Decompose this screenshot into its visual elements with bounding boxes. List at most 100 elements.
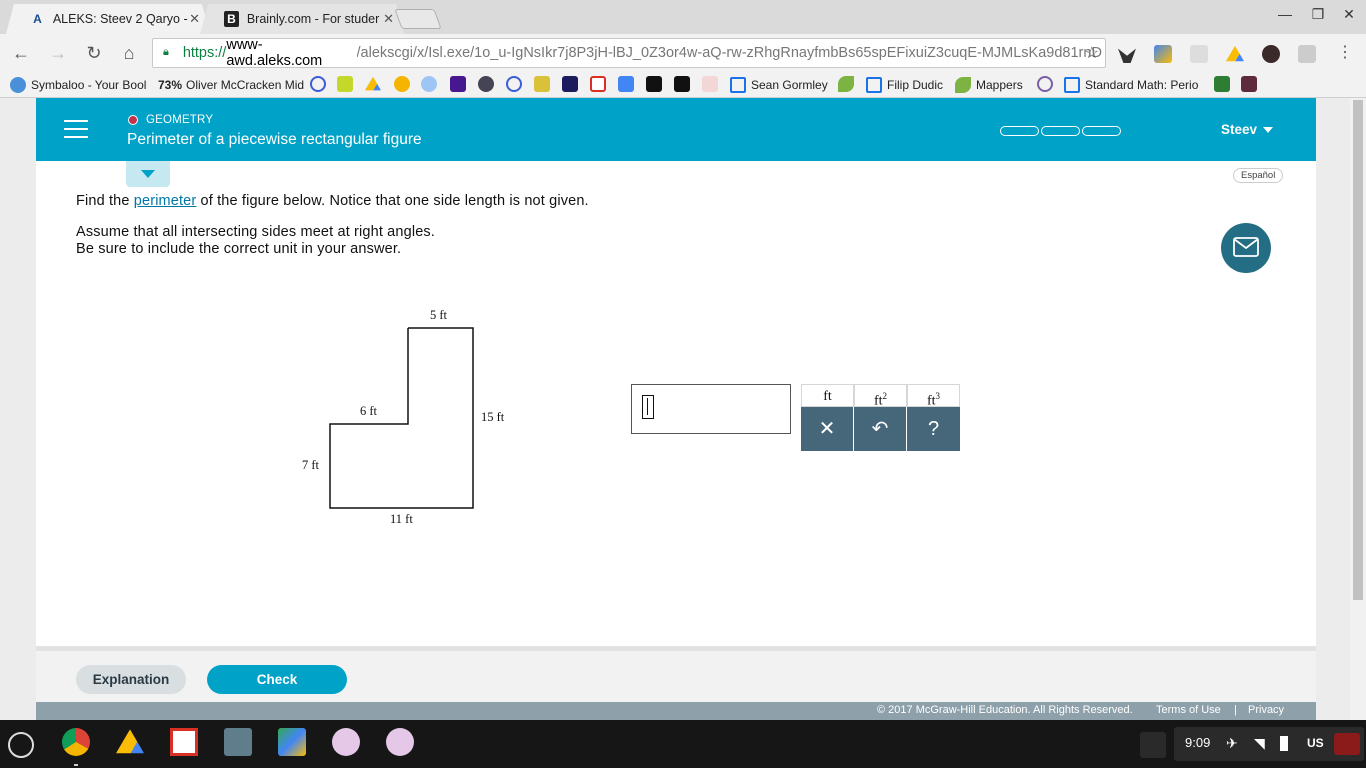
p-bookmark-icon[interactable]: [646, 76, 662, 92]
extension-translate-icon[interactable]: [1190, 45, 1208, 63]
gmail-bookmark-icon[interactable]: [590, 76, 606, 92]
docs-bookmark-icon[interactable]: [618, 76, 634, 92]
hamburger-menu-icon[interactable]: [64, 120, 88, 138]
tab-brainly[interactable]: B Brainly.com - For studer ✕: [200, 4, 404, 34]
unit-ft3-button[interactable]: ft3: [907, 384, 960, 409]
bookmark-filip-dudic[interactable]: Filip Dudic: [866, 76, 943, 94]
minimize-button[interactable]: —: [1270, 6, 1300, 22]
topic-label: GEOMETRY: [128, 114, 213, 126]
chevron-down-icon: [1263, 126, 1274, 133]
unit-ft2-button[interactable]: ft2: [854, 384, 907, 409]
notification-bell-icon[interactable]: [1140, 732, 1166, 758]
help-button[interactable]: ?: [907, 407, 960, 451]
google-maps-app-icon[interactable]: [278, 728, 306, 756]
close-tab-icon[interactable]: ✕: [189, 11, 200, 27]
globe-bookmark-icon[interactable]: [478, 76, 494, 92]
clear-button[interactable]: ✕: [801, 407, 854, 451]
bookmark-symbaloo[interactable]: Symbaloo - Your Bool: [10, 76, 146, 94]
cloud-app-icon[interactable]: [332, 728, 360, 756]
bookmark-oliver[interactable]: 73% Oliver McCracken Mid: [158, 76, 304, 94]
calculator-app-icon[interactable]: [224, 728, 252, 756]
close-window-button[interactable]: ✕: [1334, 6, 1364, 23]
page-bookmark-icon: [866, 77, 882, 93]
extension-crown-icon[interactable]: [1118, 48, 1136, 63]
page-scrollbar[interactable]: [1350, 98, 1366, 720]
avatar: [1334, 733, 1360, 755]
kahoot-icon[interactable]: [450, 76, 466, 92]
answer-input[interactable]: [631, 384, 791, 434]
home-icon[interactable]: ⌂: [118, 42, 140, 64]
message-button[interactable]: [1221, 223, 1271, 273]
extension-code-icon[interactable]: [1298, 45, 1316, 63]
star-bookmark-icon[interactable]: [562, 76, 578, 92]
tab-strip: A ALEKS: Steev 2 Qaryo - L ✕ B Brainly.c…: [0, 0, 1366, 34]
gmail-app-icon[interactable]: [170, 728, 198, 756]
terms-link[interactable]: Terms of Use: [1156, 704, 1221, 716]
progress-segment: [1000, 126, 1039, 136]
reload-icon[interactable]: ↻: [83, 42, 105, 64]
bookmark-mappers[interactable]: Mappers: [955, 76, 1023, 94]
extension-puzzle-icon[interactable]: [1262, 45, 1280, 63]
input-method-label: US: [1307, 736, 1324, 750]
figure-outline: [329, 327, 474, 509]
question-line-3: Be sure to include the correct unit in y…: [76, 241, 402, 257]
extension-pencil-icon[interactable]: [1154, 45, 1172, 63]
privacy-link[interactable]: Privacy: [1248, 704, 1284, 716]
url-path: /alekscgi/x/Isl.exe/1o_u-IgNsIkr7j8P3jH-…: [356, 45, 1102, 61]
circle-bookmark-icon[interactable]: [394, 76, 410, 92]
bookmark-sean-gormley[interactable]: Sean Gormley: [730, 76, 828, 94]
bookmarks-bar: Symbaloo - Your Bool 73% Oliver McCracke…: [0, 72, 1366, 98]
image-bookmark-icon-2[interactable]: [1214, 76, 1230, 92]
language-toggle-button[interactable]: Español: [1233, 168, 1284, 183]
percent-bookmark-icon[interactable]: [702, 76, 718, 92]
restore-button[interactable]: ❐: [1303, 6, 1333, 23]
launcher-icon[interactable]: [8, 732, 34, 758]
flower-bookmark-icon[interactable]: [421, 76, 437, 92]
user-name: Steev: [1221, 122, 1258, 137]
perimeter-link[interactable]: perimeter: [134, 193, 197, 209]
unit-ft-button[interactable]: ft: [801, 384, 854, 407]
lock-icon: 🔒︎: [163, 46, 169, 58]
brainly-favicon-icon: B: [224, 11, 239, 27]
forward-arrow-icon[interactable]: →: [47, 42, 69, 64]
new-tab-button[interactable]: [394, 9, 442, 29]
google-drive-bookmark-icon[interactable]: [365, 76, 381, 91]
label-left: 7 ft: [302, 458, 320, 472]
bookmark-label: Symbaloo - Your Bool: [31, 78, 147, 92]
google-drive-app-icon[interactable]: [116, 729, 144, 754]
quizlet-icon[interactable]: [310, 76, 326, 92]
address-bar[interactable]: 🔒︎ https:// www-awd.aleks.com /alekscgi/…: [152, 37, 1106, 69]
url-host: www-awd.aleks.com: [226, 37, 323, 69]
aleks-favicon-icon: A: [33, 12, 42, 26]
undo-button[interactable]: ↶: [854, 407, 907, 451]
close-tab-icon[interactable]: ✕: [383, 11, 394, 27]
s-bookmark-icon[interactable]: [1241, 76, 1257, 92]
scrollbar-thumb[interactable]: [1353, 100, 1363, 600]
quizlet-icon[interactable]: [506, 76, 522, 92]
question-text: Find the: [76, 193, 134, 209]
bookmark-standard-math[interactable]: Standard Math: Perio: [1064, 76, 1198, 94]
cloud-app-icon-2[interactable]: [386, 728, 414, 756]
system-tray[interactable]: 9:09 ✈ ◥ US: [1174, 727, 1364, 761]
chrome-icon[interactable]: [62, 728, 90, 756]
footer-separator: |: [1234, 704, 1237, 716]
bookmark-label: Mappers: [976, 78, 1023, 92]
menu-kebab-icon[interactable]: ⋮: [1334, 42, 1356, 64]
explanation-button[interactable]: Explanation: [76, 665, 186, 694]
question-line-1: Find the perimeter of the figure below. …: [76, 193, 589, 209]
p-bookmark-icon-2[interactable]: [674, 76, 690, 92]
check-button[interactable]: Check: [207, 665, 347, 694]
google-drive-icon[interactable]: [1226, 45, 1244, 62]
unit-palette: ft ft2 ft3 ✕ ↶ ?: [801, 384, 961, 451]
image-bookmark-icon[interactable]: [534, 76, 550, 92]
tab-aleks[interactable]: A ALEKS: Steev 2 Qaryo - L ✕: [6, 4, 210, 34]
leaf-bookmark-icon[interactable]: [838, 76, 854, 92]
collapse-toggle[interactable]: [126, 161, 170, 187]
label-top: 5 ft: [430, 308, 448, 322]
bookmark-label: Standard Math: Perio: [1085, 78, 1199, 92]
ring-bookmark-icon[interactable]: [1037, 76, 1053, 92]
ixl-icon[interactable]: [337, 76, 353, 92]
back-arrow-icon[interactable]: ←: [10, 42, 32, 64]
user-menu[interactable]: Steev: [1221, 122, 1274, 137]
bookmark-star-icon[interactable]: ☆: [1085, 43, 1099, 63]
